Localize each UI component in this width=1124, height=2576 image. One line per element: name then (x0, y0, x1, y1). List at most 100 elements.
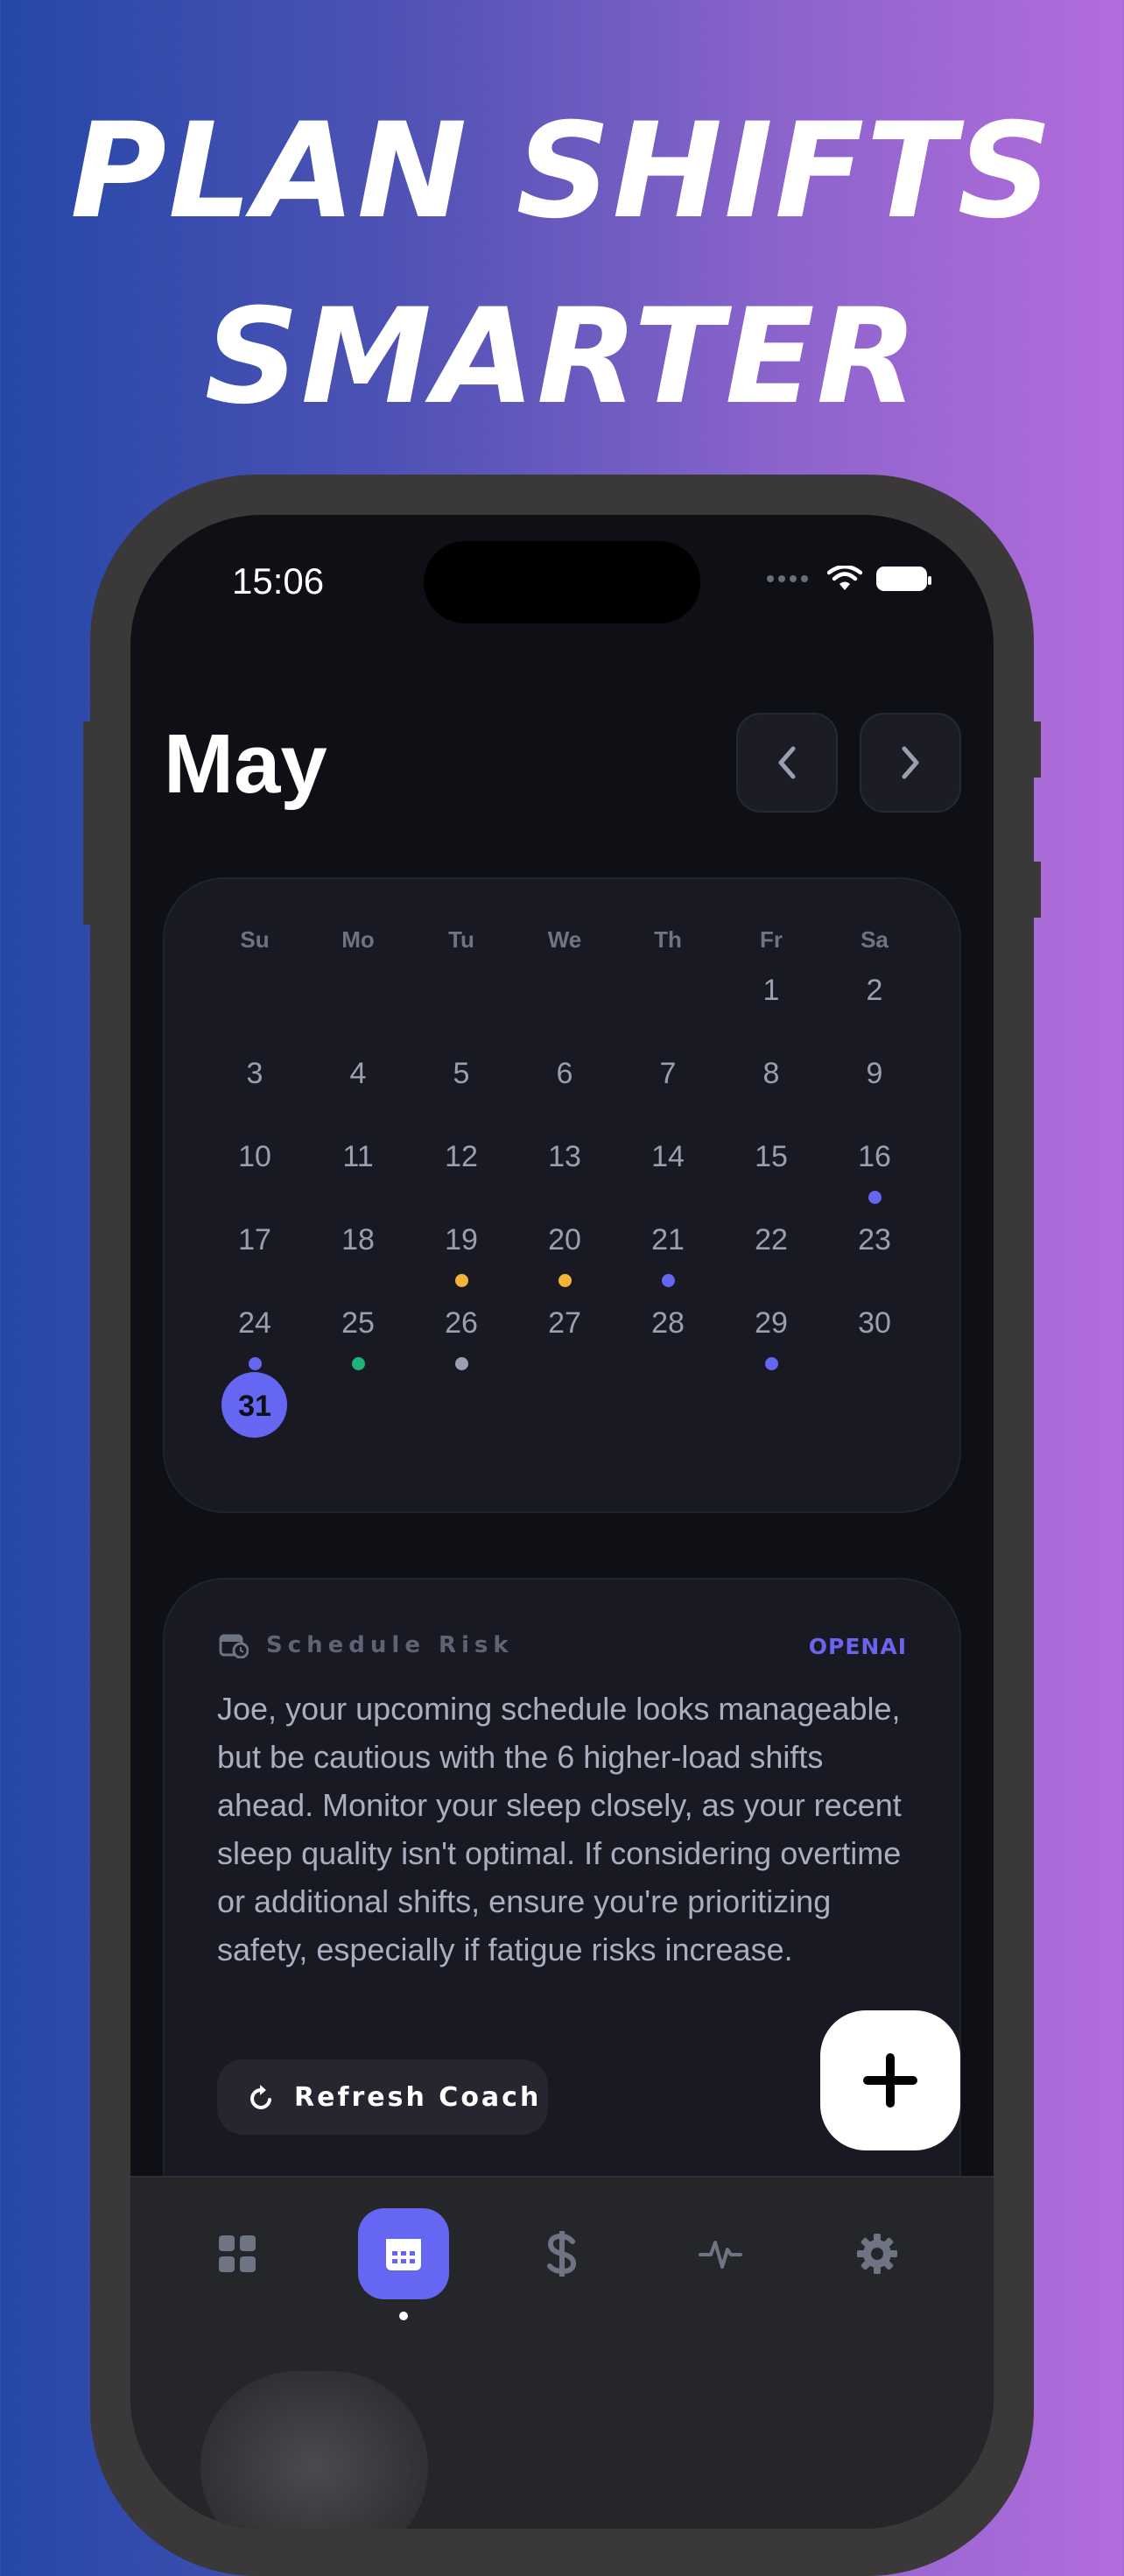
shift-marker-dot (455, 1357, 468, 1370)
tab-calendar[interactable] (358, 2208, 449, 2299)
calendar-day[interactable]: 19 (410, 1211, 513, 1294)
calendar-week-row: 10 11 12 13 14 15 16 (203, 1128, 926, 1211)
shift-marker-dot (662, 1274, 675, 1287)
calendar-day[interactable]: 4 (306, 1045, 410, 1128)
calendar-day[interactable]: 24 (203, 1294, 306, 1377)
calendar-day[interactable]: 3 (203, 1045, 306, 1128)
calendar-day-number: 16 (858, 1140, 891, 1173)
weekday-label: Su (240, 926, 270, 953)
calendar-day[interactable]: 16 (823, 1128, 926, 1211)
calendar-icon (386, 2239, 421, 2270)
dynamic-island (424, 541, 700, 623)
weekday-label: Tu (448, 926, 474, 953)
calendar-day-number: 22 (755, 1223, 788, 1256)
calendar-day-number: 27 (548, 1306, 581, 1340)
home-indicator-glow (200, 2371, 428, 2529)
calendar-day[interactable]: 17 (203, 1211, 306, 1294)
tab-earnings[interactable] (516, 2208, 608, 2299)
calendar-day-number: 30 (858, 1306, 891, 1340)
calendar-day[interactable]: 8 (720, 1045, 823, 1128)
calendar-day[interactable]: 22 (720, 1211, 823, 1294)
calendar-week-row: 24 25 26 27 28 29 30 (203, 1294, 926, 1377)
tab-activity[interactable] (675, 2208, 766, 2299)
calendar-empty-cell (616, 961, 720, 1045)
calendar-empty-cell (306, 1377, 410, 1460)
calendar-day-number: 29 (755, 1306, 788, 1340)
calendar-day-number: 6 (556, 1057, 573, 1090)
calendar-week-row: 3 4 5 6 7 8 9 (203, 1045, 926, 1128)
calendar-day-number: 11 (342, 1140, 374, 1173)
calendar-day[interactable]: 27 (513, 1294, 616, 1377)
calendar-week-row: 17 18 19 20 21 22 23 (203, 1211, 926, 1294)
refresh-coach-button[interactable]: Refresh Coach (217, 2059, 548, 2135)
calendar-day-number: 31 (238, 1390, 271, 1423)
weekday-label: Fr (760, 926, 783, 953)
next-month-button[interactable] (860, 713, 961, 813)
weekday-label: Sa (861, 926, 889, 953)
calendar-day[interactable]: 15 (720, 1128, 823, 1211)
calendar-day-number: 2 (866, 974, 883, 1007)
calendar-day[interactable]: 21 (616, 1211, 720, 1294)
calendar-day[interactable]: 26 (410, 1294, 513, 1377)
calendar-day-number: 26 (445, 1306, 478, 1340)
calendar-day[interactable]: 18 (306, 1211, 410, 1294)
tab-settings[interactable] (832, 2208, 923, 2299)
calendar-day[interactable]: 23 (823, 1211, 926, 1294)
calendar-day-number: 18 (341, 1223, 375, 1256)
provider-badge: OPENAI (808, 1634, 907, 1659)
calendar-day-number: 25 (341, 1306, 375, 1340)
calendar-day[interactable]: 12 (410, 1128, 513, 1211)
refresh-coach-label: Refresh Coach (294, 2081, 542, 2113)
calendar-day[interactable]: 25 (306, 1294, 410, 1377)
calendar-day[interactable]: 31 (203, 1372, 306, 1460)
calendar-day[interactable]: 6 (513, 1045, 616, 1128)
calendar-grid: Su Mo Tu We Th Fr Sa 1 2 3 4 5 6 7 8 9 10 11 12 13 14… (203, 926, 926, 1460)
calendar-day[interactable]: 13 (513, 1128, 616, 1211)
calendar-day[interactable]: 11 (306, 1128, 410, 1211)
calendar-empty-cell (513, 961, 616, 1045)
risk-card-header: Schedule Risk (219, 1632, 514, 1658)
calendar-day[interactable]: 9 (823, 1045, 926, 1128)
shift-marker-dot (558, 1274, 572, 1287)
calendar-empty-cell (306, 961, 410, 1045)
shift-marker-dot (249, 1357, 262, 1370)
risk-card-title: Schedule Risk (266, 1632, 514, 1658)
headline: PLAN SHIFTS SMARTER (0, 79, 1124, 450)
calendar-day[interactable]: 10 (203, 1128, 306, 1211)
calendar-day[interactable]: 20 (513, 1211, 616, 1294)
shift-marker-dot (765, 1357, 778, 1370)
calendar-day[interactable]: 29 (720, 1294, 823, 1377)
battery-icon (876, 567, 931, 591)
calendar-day[interactable]: 1 (720, 961, 823, 1045)
calendar-day-number: 10 (238, 1140, 271, 1173)
previous-month-button[interactable] (736, 713, 838, 813)
calendar-empty-cell (823, 1377, 926, 1460)
signal-icon (767, 575, 808, 582)
weekday-label: Th (654, 926, 682, 953)
calendar-empty-cell (410, 961, 513, 1045)
calendar-day-number: 14 (651, 1140, 685, 1173)
activity-icon (699, 2241, 742, 2269)
phone-screen: 15:06 May Su Mo Tu We Th Fr Sa 1 2 3 4 5… (130, 515, 994, 2529)
add-shift-button[interactable] (820, 2010, 960, 2150)
calendar-day[interactable]: 5 (410, 1045, 513, 1128)
calendar-day[interactable]: 7 (616, 1045, 720, 1128)
calendar-day-number: 8 (762, 1057, 780, 1090)
calendar-empty-cell (203, 961, 306, 1045)
calendar-day-number: 28 (651, 1306, 685, 1340)
calendar-day-number: 4 (349, 1057, 367, 1090)
calendar-day-number: 3 (246, 1057, 263, 1090)
calendar-day[interactable]: 2 (823, 961, 926, 1045)
dollar-icon (547, 2231, 577, 2277)
risk-message: Joe, your upcoming schedule looks manage… (217, 1691, 902, 1967)
calendar-day[interactable]: 30 (823, 1294, 926, 1377)
calendar-day[interactable]: 28 (616, 1294, 720, 1377)
calendar-card: Su Mo Tu We Th Fr Sa 1 2 3 4 5 6 7 8 9 10 11 12 13 14… (163, 877, 961, 1513)
calendar-day[interactable]: 14 (616, 1128, 720, 1211)
calendar-empty-cell (513, 1377, 616, 1460)
refresh-icon (250, 2085, 271, 2109)
tab-dashboard[interactable] (192, 2208, 283, 2299)
calendar-day-number: 23 (858, 1223, 891, 1256)
calendar-day-number: 9 (866, 1057, 883, 1090)
calendar-week-row: 12 (203, 961, 926, 1045)
